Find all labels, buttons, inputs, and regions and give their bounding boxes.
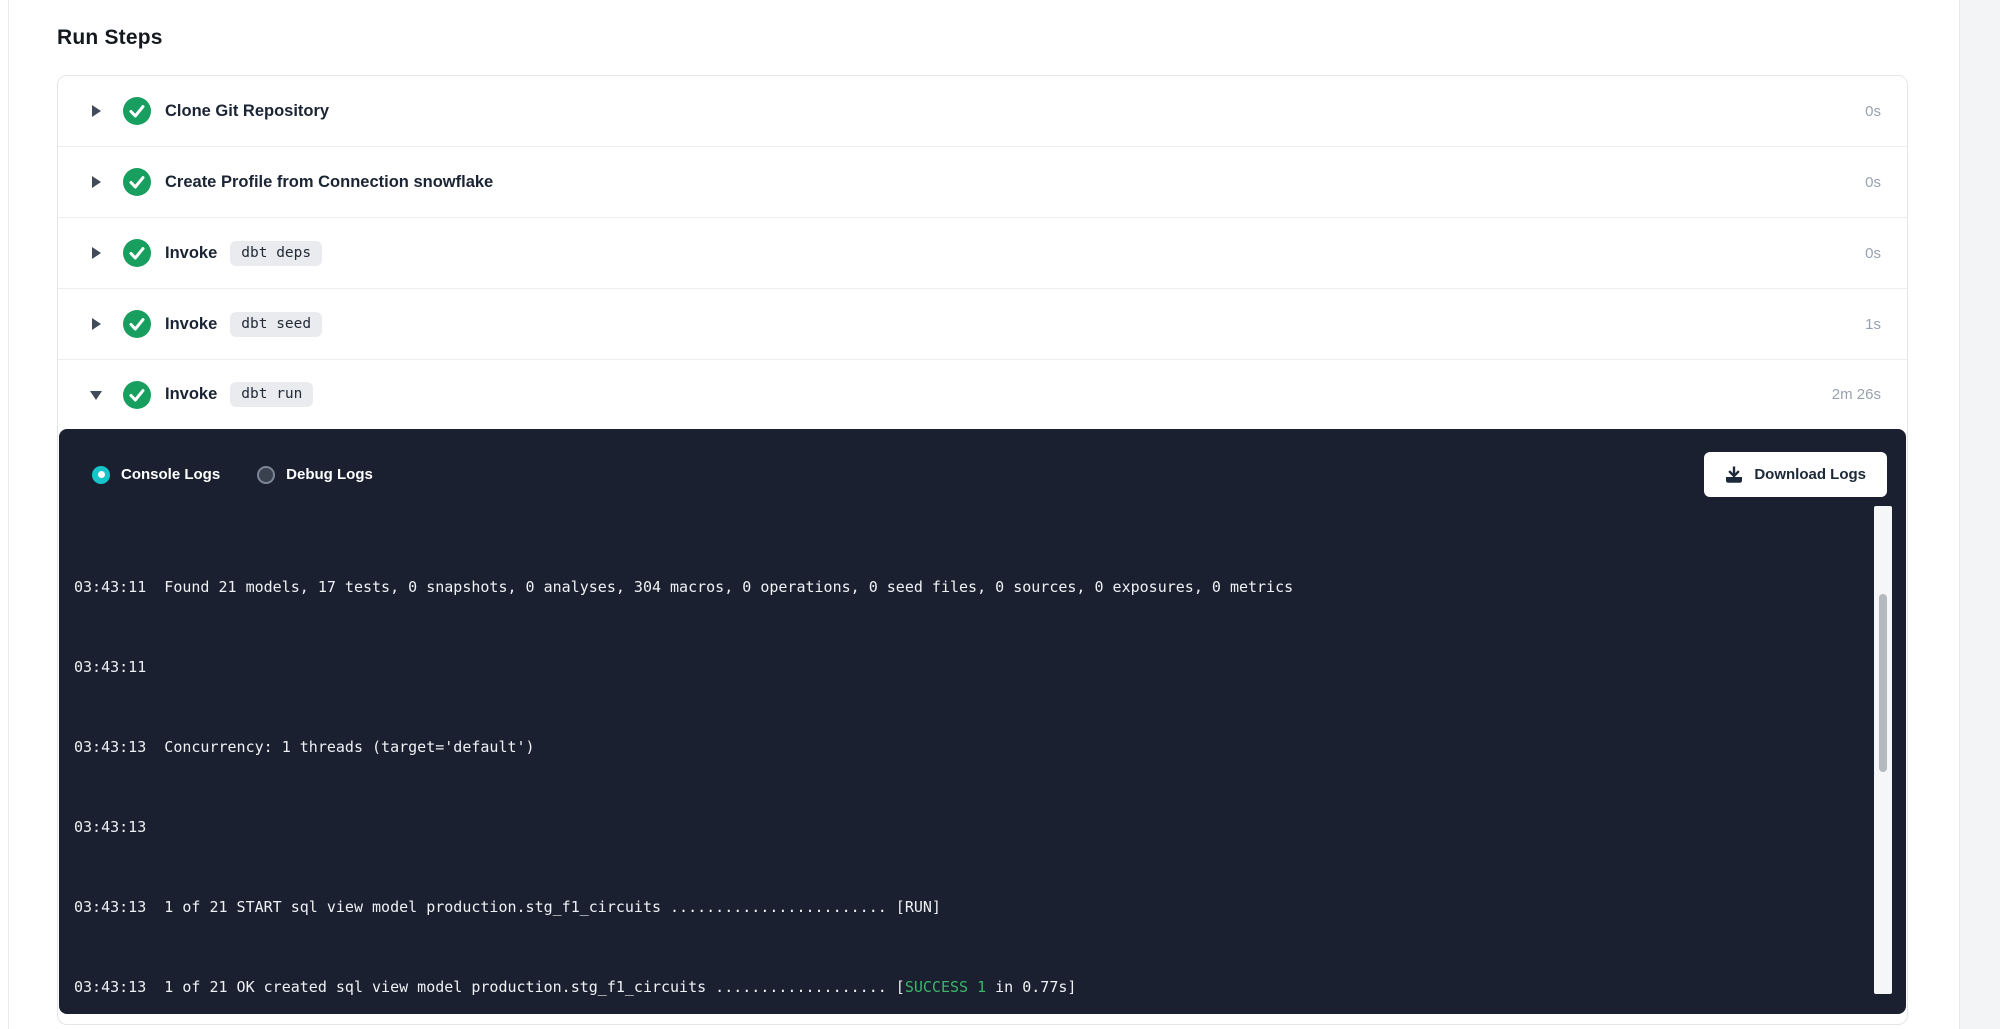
chevron-right-icon[interactable] [90, 175, 102, 189]
log-text: 03:43:13 Concurrency: 1 threads (target=… [74, 738, 535, 756]
chevron-right-icon[interactable] [90, 317, 102, 331]
left-divider [8, 0, 9, 1029]
radio-button-icon [92, 466, 110, 484]
console-logs-radio[interactable]: Console Logs [92, 466, 220, 484]
download-logs-label: Download Logs [1754, 466, 1866, 483]
console-log-content: 03:43:11 Found 21 models, 17 tests, 0 sn… [74, 537, 1858, 1006]
step-duration: 0s [1865, 245, 1881, 262]
log-line: 03:43:13 1 of 21 OK created sql view mod… [74, 977, 1858, 997]
debug-logs-radio[interactable]: Debug Logs [257, 466, 373, 484]
console-log-viewport[interactable]: 03:43:11 Found 21 models, 17 tests, 0 sn… [74, 506, 1858, 1006]
log-line: 03:43:13 Concurrency: 1 threads (target=… [74, 737, 1858, 757]
log-text: 03:43:13 [74, 818, 146, 836]
log-success-text: SUCCESS 1 [905, 978, 986, 996]
chevron-down-icon[interactable] [90, 388, 102, 402]
run-step-row[interactable]: Clone Git Repository 0s [58, 76, 1907, 147]
step-label: Invoke [165, 385, 217, 404]
page-title: Run Steps [57, 26, 163, 50]
step-label: Invoke [165, 315, 217, 334]
log-tail-text: in 0.77s] [986, 978, 1076, 996]
step-duration: 2m 26s [1832, 386, 1881, 403]
step-duration: 0s [1865, 103, 1881, 120]
terminal-header: Console Logs Debug Logs Download Logs [59, 429, 1906, 506]
step-command-badge: dbt seed [230, 312, 322, 337]
success-check-icon [123, 168, 151, 196]
log-line: 03:43:13 1 of 21 START sql view model pr… [74, 897, 1858, 917]
log-scrollbar-track[interactable] [1874, 506, 1892, 994]
debug-logs-label: Debug Logs [286, 466, 373, 483]
log-text: 03:43:13 1 of 21 START sql view model pr… [74, 898, 941, 916]
log-text: 03:43:13 1 of 21 OK created sql view mod… [74, 978, 905, 996]
run-step-row[interactable]: Invoke dbt deps 0s [58, 218, 1907, 289]
right-gutter [1959, 0, 2000, 1029]
step-label: Create Profile from Connection snowflake [165, 173, 493, 192]
run-step-row[interactable]: Invoke dbt run 2m 26s [58, 360, 1907, 429]
run-step-row[interactable]: Create Profile from Connection snowflake… [58, 147, 1907, 218]
step-command-badge: dbt run [230, 382, 313, 407]
radio-button-icon [257, 466, 275, 484]
download-logs-button[interactable]: Download Logs [1704, 452, 1887, 497]
run-steps-page: Run Steps Clone Git Repository 0s Create… [0, 0, 2000, 1029]
step-label: Invoke [165, 244, 217, 263]
step-label: Clone Git Repository [165, 102, 329, 121]
log-text: 03:43:11 Found 21 models, 17 tests, 0 sn… [74, 578, 1293, 596]
log-terminal-panel: Console Logs Debug Logs Download Logs 03… [59, 429, 1906, 1014]
step-command-badge: dbt deps [230, 241, 322, 266]
step-duration: 0s [1865, 174, 1881, 191]
log-line: 03:43:11 Found 21 models, 17 tests, 0 sn… [74, 577, 1858, 597]
chevron-right-icon[interactable] [90, 246, 102, 260]
log-line: 03:43:13 [74, 817, 1858, 837]
step-duration: 1s [1865, 316, 1881, 333]
chevron-right-icon[interactable] [90, 104, 102, 118]
steps-list: Clone Git Repository 0s Create Profile f… [58, 76, 1907, 429]
success-check-icon [123, 239, 151, 267]
success-check-icon [123, 97, 151, 125]
log-line: 03:43:11 [74, 657, 1858, 677]
run-steps-card: Clone Git Repository 0s Create Profile f… [57, 75, 1908, 1025]
success-check-icon [123, 310, 151, 338]
log-scrollbar-thumb[interactable] [1879, 594, 1887, 772]
download-icon [1725, 465, 1743, 484]
run-step-row[interactable]: Invoke dbt seed 1s [58, 289, 1907, 360]
console-logs-label: Console Logs [121, 466, 220, 483]
success-check-icon [123, 381, 151, 409]
log-text: 03:43:11 [74, 658, 146, 676]
